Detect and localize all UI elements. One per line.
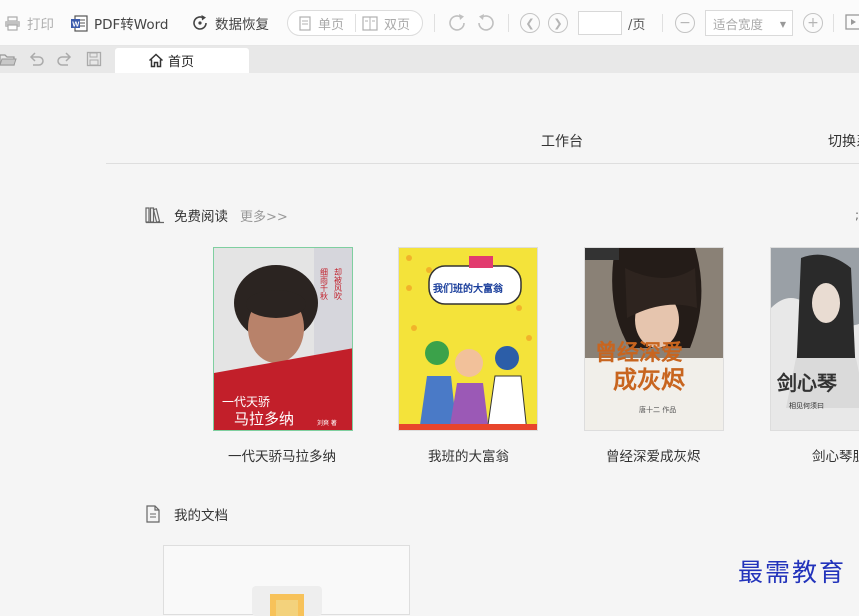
redo-icon: [57, 52, 72, 66]
document-icon: [146, 505, 160, 523]
empty-folder-icon: [252, 586, 322, 616]
chevron-left-icon: ❮: [525, 16, 535, 30]
open-folder-button[interactable]: [0, 50, 18, 68]
save-button[interactable]: [84, 50, 104, 68]
book-cover-3-art: 曾经深爱 成灰烬 唐十二 作品: [585, 248, 723, 430]
book-cover-1-art: 细雨千秋 却被风吹 一代天骄 马拉多纳 刘爽 著: [214, 248, 352, 430]
page-number-input[interactable]: [578, 11, 622, 35]
seg-divider: [355, 14, 356, 32]
recovery-icon: [193, 15, 207, 30]
data-recovery-label: 数据恢复: [215, 17, 269, 33]
my-docs-header: 我的文档: [145, 504, 228, 524]
print-button[interactable]: 打印: [4, 12, 54, 34]
free-reading-more-link[interactable]: 更多>>: [240, 206, 288, 225]
watermark-logo: 最需教育: [738, 558, 847, 587]
view-mode-toggle: 单页 双页: [287, 10, 423, 36]
book-cover-2-art: 我们班的大富翁: [399, 248, 537, 430]
book-3-cover-subtitle: 成灰烬: [613, 366, 686, 394]
zoom-value: 适合宽度: [713, 16, 764, 32]
free-reading-title: 免费阅读: [174, 209, 228, 225]
pdf-to-word-button[interactable]: W PDF转Word: [70, 12, 169, 34]
page-suffix-label: /页: [628, 18, 646, 33]
free-reading-header: 免费阅读 更多>>: [145, 205, 288, 225]
caret-down-icon: ▼: [779, 20, 786, 29]
svg-text:却被风吹: 却被风吹: [334, 267, 343, 301]
book-2-cover-title: 我们班的大富翁: [433, 282, 503, 295]
tab-home-label: 首页: [168, 55, 195, 70]
book-title-2[interactable]: 我班的大富翁: [428, 445, 509, 465]
nav-divider: [106, 163, 859, 164]
print-label: 打印: [27, 17, 54, 33]
book-cover-1[interactable]: 细雨千秋 却被风吹 一代天骄 马拉多纳 刘爽 著: [213, 247, 353, 431]
my-docs-card[interactable]: [163, 545, 410, 616]
rotate-clockwise-icon[interactable]: [446, 12, 468, 34]
my-docs-title: 我的文档: [174, 508, 228, 524]
book-title-3[interactable]: 曾经深爱成灰烬: [606, 445, 701, 465]
rotate-counterclockwise-icon[interactable]: [475, 12, 497, 34]
double-page-label: 双页: [384, 17, 411, 33]
prev-page-button[interactable]: ❮: [520, 13, 540, 33]
single-page-button[interactable]: 单页: [298, 11, 344, 35]
tab-home[interactable]: 首页: [115, 48, 249, 73]
save-icon: [86, 51, 102, 67]
double-page-icon: [362, 15, 378, 31]
nav-workbench[interactable]: 工作台: [541, 131, 583, 151]
book-cover-2[interactable]: 我们班的大富翁: [398, 247, 538, 431]
zoom-select[interactable]: 适合宽度 ▼: [705, 10, 793, 36]
next-page-button[interactable]: ❯: [548, 13, 568, 33]
single-page-label: 单页: [318, 17, 345, 33]
presentation-icon[interactable]: [845, 14, 859, 32]
book-1-cover-author: 刘爽 著: [317, 419, 337, 427]
toolbar-divider: [434, 14, 435, 32]
plus-icon: +: [807, 15, 819, 31]
chevron-right-icon: ❯: [553, 16, 563, 30]
word-file-icon: W: [71, 14, 88, 32]
data-recovery-button[interactable]: 数据恢复: [191, 12, 269, 34]
toolbar-divider: [508, 14, 509, 32]
pdf-to-word-label: PDF转Word: [94, 17, 169, 33]
book-1-cover-subtitle: 马拉多纳: [234, 410, 294, 428]
home-icon: [148, 53, 164, 68]
bookshelf-icon: [145, 207, 164, 224]
book-cover-4-art: 剑心琴 相见何须曰: [771, 248, 859, 430]
svg-text:细雨千秋: 细雨千秋: [320, 267, 329, 301]
zoom-in-button[interactable]: +: [803, 13, 823, 33]
undo-icon: [29, 52, 44, 66]
book-4-cover-title: 剑心琴: [776, 371, 838, 395]
main-toolbar: 打印 W PDF转Word 数据恢复 单页 双页 ❮ ❯ /页 − 适合宽度 ▼…: [0, 0, 859, 46]
open-folder-icon: [0, 53, 17, 66]
right-edge-fragment: ;: [855, 208, 859, 222]
home-content: 工作台 切换系 免费阅读 更多>> ; 细雨千秋 却被风吹 一代天骄 马拉多纳 …: [0, 73, 859, 616]
printer-icon: [5, 15, 20, 31]
minus-icon: −: [679, 15, 691, 31]
toolbar-divider: [662, 14, 663, 32]
single-page-icon: [299, 15, 311, 31]
tab-bar: 首页: [0, 46, 859, 73]
book-title-4[interactable]: 剑心琴胆: [812, 445, 859, 465]
svg-text:W: W: [72, 19, 80, 28]
toolbar-divider: [833, 14, 834, 32]
book-cover-3[interactable]: 曾经深爱 成灰烬 唐十二 作品: [584, 247, 724, 431]
undo-button[interactable]: [26, 50, 46, 68]
nav-switch-system[interactable]: 切换系: [828, 131, 859, 151]
book-cover-4[interactable]: 剑心琴 相见何须曰: [770, 247, 859, 431]
book-1-cover-title: 一代天骄: [222, 395, 270, 409]
book-3-cover-author: 唐十二 作品: [639, 405, 676, 414]
zoom-out-button[interactable]: −: [675, 13, 695, 33]
book-4-cover-author: 相见何须曰: [789, 401, 824, 410]
redo-button[interactable]: [55, 50, 75, 68]
double-page-button[interactable]: 双页: [362, 11, 410, 35]
book-title-1[interactable]: 一代天骄马拉多纳: [228, 445, 336, 465]
book-3-cover-title: 曾经深爱: [595, 340, 683, 366]
